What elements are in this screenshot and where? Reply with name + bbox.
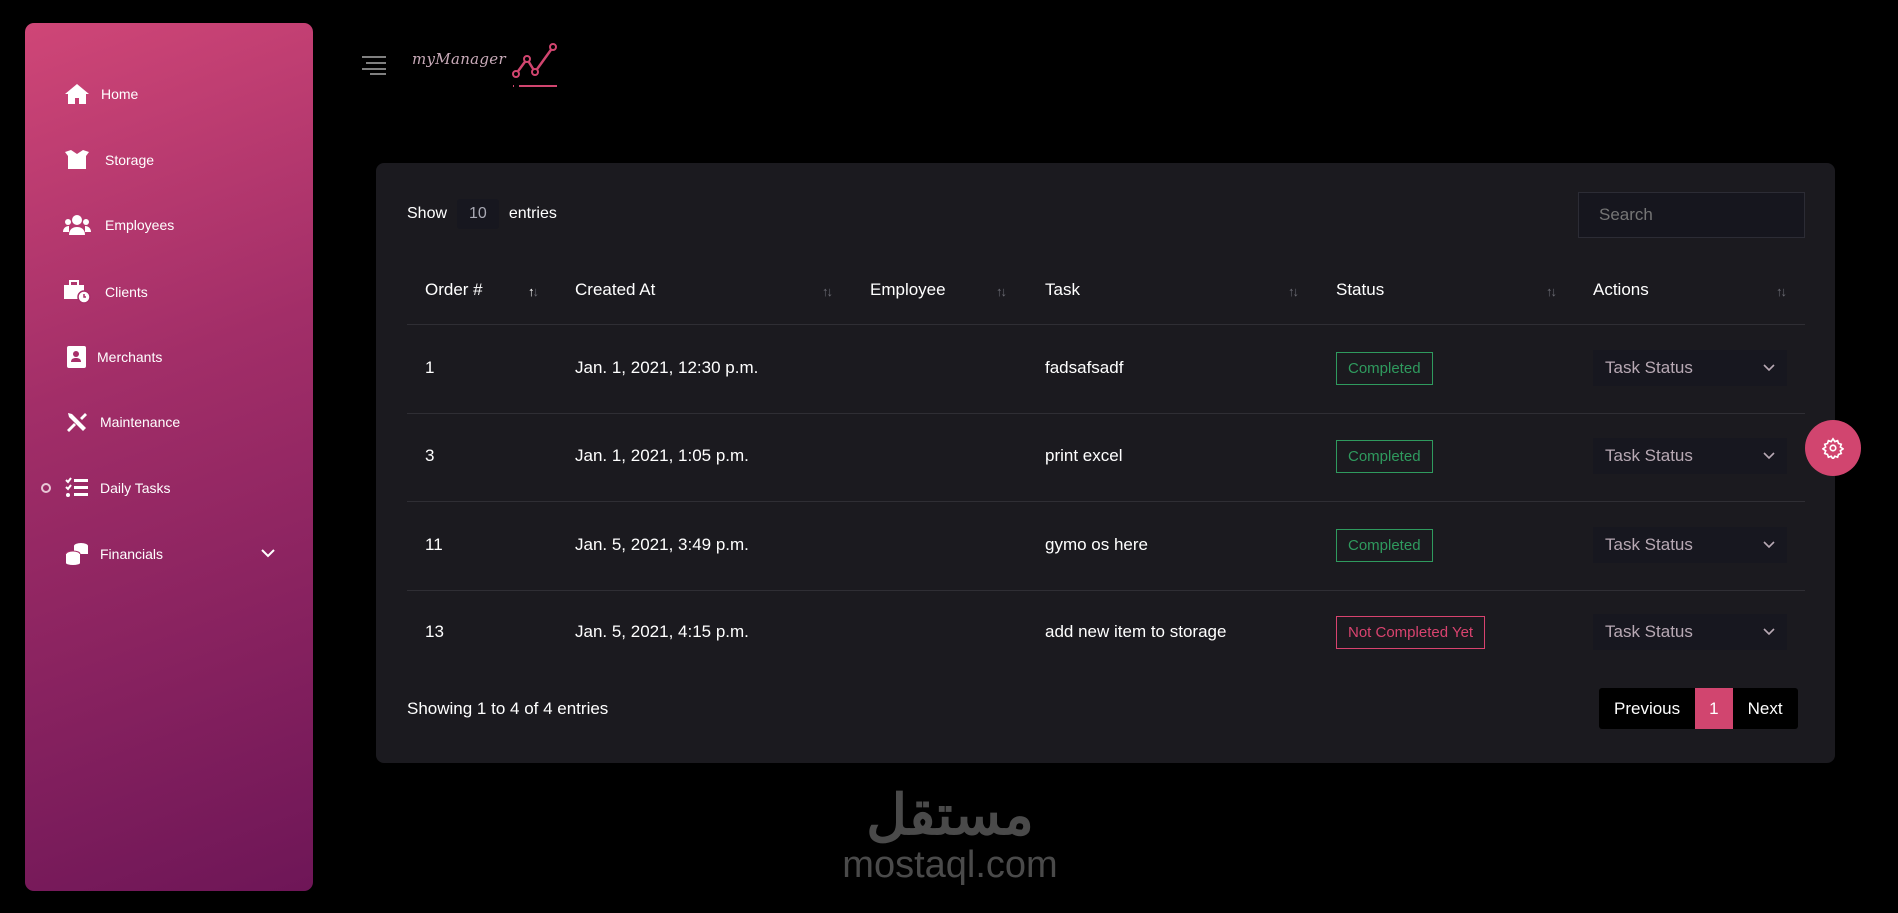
sidebar-item-merchants[interactable]: Merchants: [25, 337, 313, 377]
sidebar-item-daily-tasks[interactable]: Daily Tasks: [25, 468, 313, 508]
logo-text: myManager: [412, 50, 506, 68]
users-icon: [63, 211, 91, 239]
show-label: Show: [407, 205, 448, 222]
briefcase-clock-icon: [63, 278, 91, 306]
column-header-status[interactable]: Status: [1336, 280, 1384, 300]
sidebar-item-clients[interactable]: Clients: [25, 272, 313, 312]
column-header-task[interactable]: Task: [1045, 280, 1080, 300]
tasks-table-panel: Show 10 entries Order # ↑↓ Created At ↑↓…: [376, 163, 1835, 763]
chevron-down-icon: [1763, 364, 1775, 372]
pagination: Previous 1 Next: [1599, 688, 1798, 729]
order-number: 11: [425, 535, 443, 554]
task-status-label: Task Status: [1605, 358, 1693, 377]
column-header-order[interactable]: Order #: [425, 280, 483, 300]
task-status-label: Task Status: [1605, 446, 1693, 465]
home-icon: [63, 80, 91, 108]
row-divider: [407, 501, 1805, 502]
next-page-button[interactable]: Next: [1733, 688, 1798, 729]
task-status-label: Task Status: [1605, 622, 1693, 641]
chevron-down-icon: [1763, 452, 1775, 460]
sort-asc-icon[interactable]: ↑↓: [528, 284, 539, 299]
tasks-icon: [63, 474, 91, 502]
sidebar-item-employees[interactable]: Employees: [25, 205, 313, 245]
page-length-select[interactable]: 10: [457, 199, 499, 229]
sidebar-item-financials[interactable]: Financials: [25, 534, 313, 574]
sort-icon[interactable]: ↑↓: [1288, 284, 1299, 299]
task-status-select[interactable]: Task Status: [1593, 527, 1787, 563]
chart-line-logo-icon: [512, 43, 558, 94]
box-icon: [63, 146, 91, 174]
status-badge: Not Completed Yet: [1336, 616, 1486, 649]
order-number: 13: [425, 622, 444, 641]
column-header-created-at[interactable]: Created At: [575, 280, 655, 300]
header-divider: [407, 324, 1805, 325]
entries-label: entries: [508, 205, 557, 222]
sidebar-item-storage[interactable]: Storage: [25, 140, 313, 180]
sort-icon[interactable]: ↑↓: [1776, 284, 1787, 299]
address-book-icon: [63, 343, 91, 371]
sidebar: Home Storage Employees Clients Merchants…: [25, 23, 313, 891]
table-info: Showing 1 to 4 of 4 entries: [407, 699, 609, 718]
menu-toggle-icon[interactable]: [361, 55, 387, 75]
search-input[interactable]: [1578, 192, 1805, 238]
sort-icon[interactable]: ↑↓: [822, 284, 833, 299]
page-1-button[interactable]: 1: [1695, 688, 1733, 729]
created-at: Jan. 1, 2021, 12:30 p.m.: [575, 358, 759, 377]
watermark-latin: mostaql.com: [842, 844, 1058, 886]
task: fadsafsadf: [1045, 358, 1124, 377]
created-at: Jan. 5, 2021, 4:15 p.m.: [575, 622, 749, 641]
task: add new item to storage: [1045, 622, 1227, 641]
row-divider: [407, 413, 1805, 414]
column-header-actions[interactable]: Actions: [1593, 280, 1649, 300]
created-at: Jan. 5, 2021, 3:49 p.m.: [575, 535, 749, 554]
coins-icon: [63, 540, 91, 568]
chevron-down-icon: [1763, 628, 1775, 636]
task: gymo os here: [1045, 535, 1148, 554]
row-divider: [407, 590, 1805, 591]
settings-gear-button[interactable]: [1805, 420, 1861, 476]
sort-icon[interactable]: ↑↓: [1546, 284, 1557, 299]
column-header-employee[interactable]: Employee: [870, 280, 946, 300]
task-status-label: Task Status: [1605, 535, 1693, 554]
task: print excel: [1045, 446, 1123, 465]
sidebar-item-maintenance[interactable]: Maintenance: [25, 402, 313, 442]
task-status-select[interactable]: Task Status: [1593, 438, 1787, 474]
task-status-select[interactable]: Task Status: [1593, 614, 1787, 650]
active-indicator-icon: [41, 483, 51, 493]
gear-icon: [1822, 437, 1844, 459]
previous-page-button[interactable]: Previous: [1599, 688, 1695, 729]
watermark-arabic: مستقل: [866, 783, 1034, 846]
status-badge: Completed: [1336, 352, 1433, 385]
chevron-down-icon: [261, 545, 275, 563]
status-badge: Completed: [1336, 529, 1433, 562]
mostaql-watermark: مستقل mostaql.com: [835, 783, 1065, 886]
chevron-down-icon: [1763, 541, 1775, 549]
created-at: Jan. 1, 2021, 1:05 p.m.: [575, 446, 749, 465]
tools-icon: [63, 408, 91, 436]
status-badge: Completed: [1336, 440, 1433, 473]
sidebar-item-home[interactable]: Home: [25, 74, 313, 114]
sort-icon[interactable]: ↑↓: [996, 284, 1007, 299]
page-length-control: Show 10 entries: [407, 199, 557, 229]
order-number: 3: [425, 446, 435, 465]
order-number: 1: [425, 358, 435, 377]
task-status-select[interactable]: Task Status: [1593, 350, 1787, 386]
